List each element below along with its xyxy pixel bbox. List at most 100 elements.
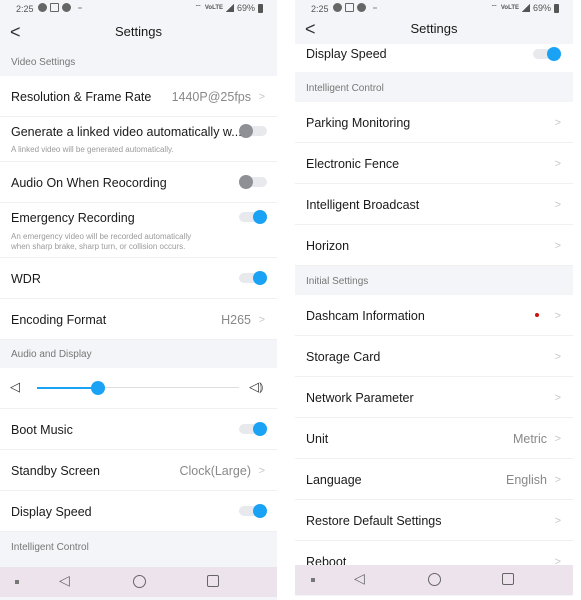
chevron-right-icon: >	[554, 392, 561, 404]
setting-label: Encoding Format	[11, 313, 107, 327]
setting-display-speed: Display Speed	[0, 491, 277, 532]
setting-network-parameter[interactable]: Network Parameter >	[295, 377, 573, 418]
nav-home-button[interactable]	[133, 575, 146, 588]
setting-label: Electronic Fence	[306, 157, 400, 171]
setting-label: Restore Default Settings	[306, 514, 442, 528]
volume-high-icon: ◁⦆	[249, 379, 264, 394]
volume-slider[interactable]	[37, 381, 239, 395]
status-time: 2:25	[311, 4, 329, 14]
volte-icon: VoLTE	[204, 5, 223, 11]
setting-label: WDR	[11, 272, 41, 286]
setting-label: Language	[306, 473, 362, 487]
display-speed-toggle[interactable]	[533, 47, 561, 61]
setting-standby-screen[interactable]: Standby Screen Clock(Large) >	[0, 450, 277, 491]
battery-percent: 69%	[236, 3, 255, 13]
nav-dot-icon	[15, 580, 19, 584]
battery-percent: 69%	[532, 3, 551, 13]
boot-music-toggle[interactable]	[239, 422, 267, 436]
volte-icon: VoLTE	[500, 5, 519, 11]
chevron-right-icon: >	[554, 515, 561, 527]
more-notifications-icon	[78, 6, 82, 9]
slider-fill	[37, 387, 98, 389]
left-screen: 2:25 ⌔ VoLTE 69% < Settings Video Settin…	[0, 0, 277, 600]
gallery-notification-icon	[50, 3, 59, 12]
chevron-right-icon: >	[554, 310, 561, 322]
setting-parking-monitoring[interactable]: Parking Monitoring >	[295, 102, 573, 143]
volume-row: ◁ ◁⦆	[0, 368, 277, 409]
chevron-right-icon: >	[258, 91, 265, 103]
chevron-right-icon: >	[554, 158, 561, 170]
chevron-right-icon: >	[554, 474, 561, 486]
setting-resolution-frame-rate[interactable]: Resolution & Frame Rate 1440P@25fps >	[0, 76, 277, 117]
signal-icon	[521, 4, 530, 12]
message-notification-icon	[38, 3, 47, 12]
setting-electronic-fence[interactable]: Electronic Fence >	[295, 143, 573, 184]
right-screen: 2:25 ⌔ VoLTE 69% < Settings Display Spee…	[295, 0, 573, 596]
linked-video-toggle[interactable]	[239, 124, 267, 138]
setting-label: Network Parameter	[306, 391, 414, 405]
setting-label: Parking Monitoring	[306, 116, 411, 130]
update-badge	[535, 313, 539, 317]
section-header-video-settings: Video Settings	[11, 57, 76, 68]
nav-back-button[interactable]: ◁	[354, 570, 365, 587]
setting-label: Audio On When Reocording	[11, 176, 167, 190]
setting-label: Intelligent Broadcast	[306, 198, 420, 212]
app-header: < Settings	[295, 15, 573, 45]
setting-value: Clock(Large)	[179, 464, 251, 478]
setting-encoding-format[interactable]: Encoding Format H265 >	[0, 299, 277, 340]
wdr-toggle[interactable]	[239, 271, 267, 285]
gallery-notification-icon	[345, 3, 354, 12]
section-header-intelligent-control: Intelligent Control	[306, 83, 384, 94]
app-header: < Settings	[0, 18, 277, 48]
signal-icon	[225, 4, 234, 12]
message-notification-icon	[62, 3, 71, 12]
battery-icon	[554, 3, 559, 13]
setting-label: Unit	[306, 432, 329, 446]
section-header-audio-display: Audio and Display	[11, 349, 92, 360]
wifi-icon: ⌔	[194, 3, 202, 12]
chevron-right-icon: >	[554, 351, 561, 363]
setting-value: H265	[221, 313, 251, 327]
message-notification-icon	[333, 3, 342, 12]
setting-unit[interactable]: Unit Metric >	[295, 418, 573, 459]
setting-language[interactable]: Language English >	[295, 459, 573, 500]
nav-home-button[interactable]	[428, 573, 441, 586]
audio-on-toggle[interactable]	[239, 175, 267, 189]
setting-intelligent-broadcast[interactable]: Intelligent Broadcast >	[295, 184, 573, 225]
section-header-intelligent-control: Intelligent Control	[11, 542, 89, 553]
setting-label: Dashcam Information	[306, 309, 425, 323]
nav-recents-button[interactable]	[502, 573, 514, 585]
nav-back-button[interactable]: ◁	[59, 572, 70, 589]
setting-label: Display Speed	[11, 505, 92, 519]
setting-dashcam-information[interactable]: Dashcam Information >	[295, 295, 573, 336]
setting-label: Resolution & Frame Rate	[11, 90, 152, 104]
setting-label: Horizon	[306, 239, 350, 253]
setting-display-speed: Display Speed	[295, 44, 573, 72]
nav-recents-button[interactable]	[207, 575, 219, 587]
slider-thumb[interactable]	[90, 381, 105, 395]
chevron-right-icon: >	[554, 117, 561, 129]
chevron-right-icon: >	[554, 433, 561, 445]
setting-audio-on-recording: Audio On When Reocording	[0, 162, 277, 203]
nav-dot-icon	[311, 578, 315, 582]
chevron-right-icon: >	[554, 199, 561, 211]
volume-low-icon: ◁	[10, 379, 20, 394]
setting-value: English	[506, 473, 547, 487]
setting-label: Standby Screen	[11, 464, 100, 478]
setting-storage-card[interactable]: Storage Card >	[295, 336, 573, 377]
setting-label: Boot Music	[11, 423, 73, 437]
more-notifications-icon	[373, 6, 377, 9]
emergency-recording-toggle[interactable]	[239, 210, 267, 224]
wifi-icon: ⌔	[490, 3, 498, 12]
status-bar: 2:25 ⌔ VoLTE 69%	[0, 0, 277, 18]
setting-wdr: WDR	[0, 258, 277, 299]
android-nav-bar: ◁	[0, 567, 277, 597]
display-speed-toggle[interactable]	[239, 504, 267, 518]
chevron-right-icon: >	[258, 314, 265, 326]
setting-label: Display Speed	[306, 47, 387, 61]
setting-restore-default[interactable]: Restore Default Settings >	[295, 500, 573, 541]
page-title: Settings	[410, 21, 458, 36]
chevron-right-icon: >	[554, 240, 561, 252]
setting-linked-video: Generate a linked video automatically w.…	[0, 117, 277, 162]
setting-horizon[interactable]: Horizon >	[295, 225, 573, 266]
